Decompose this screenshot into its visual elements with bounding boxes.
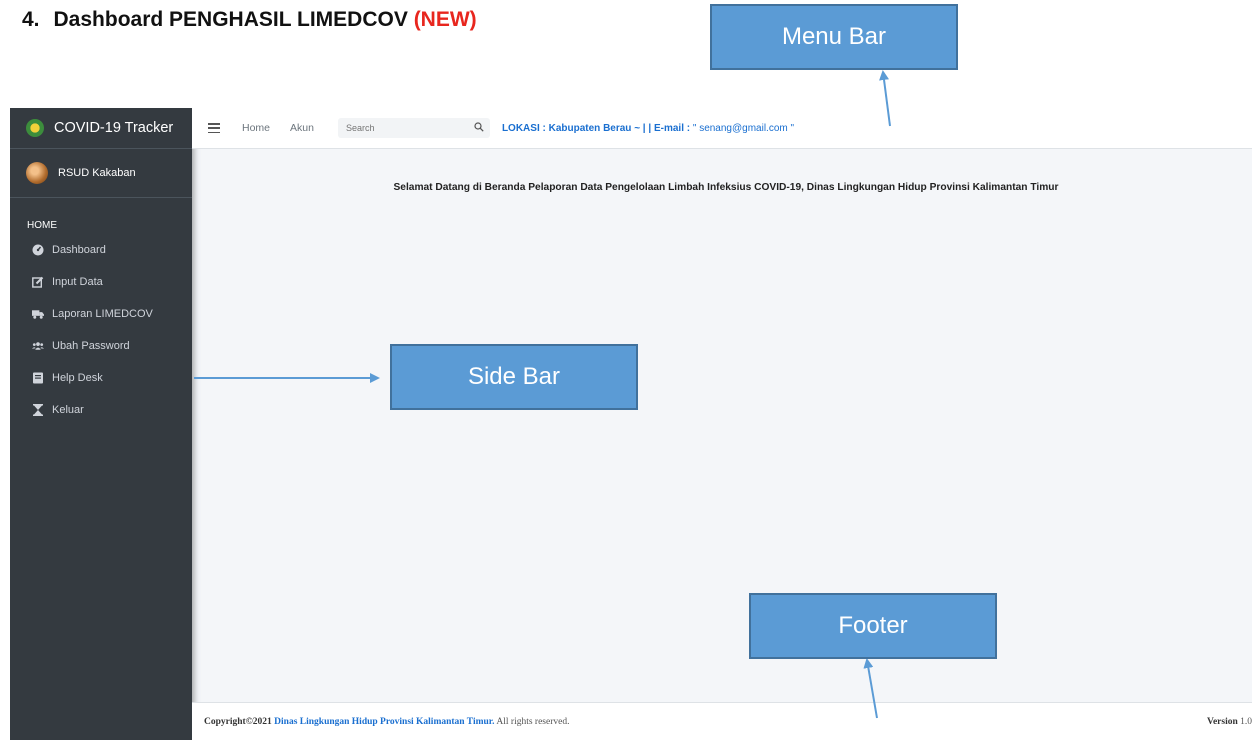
sidebar-item-input-data[interactable]: Input Data	[10, 266, 192, 298]
main-area: Home Akun LOKASI : Kabupaten Berau ~ | |…	[192, 108, 1252, 740]
hourglass-icon	[32, 404, 44, 416]
footer-copyright: Copyright©2021 Dinas Lingkungan Hidup Pr…	[204, 717, 569, 727]
brand-link[interactable]: COVID-19 Tracker	[10, 108, 192, 149]
sidebar-item-label: Laporan LIMEDCOV	[52, 308, 153, 320]
search-form	[337, 118, 490, 138]
footer-callout: Footer	[749, 593, 997, 659]
footer-version: Version 1.0	[1207, 717, 1252, 727]
nav-link-home[interactable]: Home	[242, 122, 270, 134]
sidebar-item-label: Keluar	[52, 404, 84, 416]
brand-logo-icon	[26, 119, 44, 137]
footer-org-link[interactable]: Dinas Lingkungan Hidup Provinsi Kalimant…	[274, 717, 494, 727]
side-bar-callout: Side Bar	[390, 344, 638, 410]
nav-link-akun[interactable]: Akun	[290, 122, 314, 134]
nav-header: HOME	[27, 220, 57, 231]
sidebar-item-keluar[interactable]: Keluar	[10, 394, 192, 426]
sidebar-item-label: Ubah Password	[52, 340, 130, 352]
sidebar-item-help-desk[interactable]: Help Desk	[10, 362, 192, 394]
copyright-text: Copyright©2021	[204, 716, 272, 727]
user-name: RSUD Kakaban	[58, 167, 136, 179]
location-label: LOKASI : Kabupaten Berau ~ | | E-mail :	[501, 122, 693, 134]
location-info: LOKASI : Kabupaten Berau ~ | | E-mail : …	[502, 123, 794, 134]
search-icon[interactable]	[474, 121, 484, 135]
tachometer-icon	[32, 244, 44, 256]
version-number: 1.0	[1240, 716, 1252, 727]
footer-rights: All rights reserved.	[496, 716, 570, 727]
welcome-message: Selamat Datang di Beranda Pelaporan Data…	[393, 182, 1059, 193]
book-icon	[32, 372, 44, 384]
truck-icon	[32, 308, 44, 320]
sidebar-item-dashboard[interactable]: Dashboard	[10, 234, 192, 266]
sidebar: COVID-19 Tracker RSUD Kakaban HOME Dashb…	[10, 108, 192, 740]
footer: Copyright©2021 Dinas Lingkungan Hidup Pr…	[192, 702, 1252, 740]
sidebar-item-label: Help Desk	[52, 372, 103, 384]
sidebar-item-laporan[interactable]: Laporan LIMEDCOV	[10, 298, 192, 330]
app-window: COVID-19 Tracker RSUD Kakaban HOME Dashb…	[10, 108, 1252, 740]
version-label: Version	[1206, 716, 1238, 727]
heading-number: 4.	[22, 8, 40, 31]
heading-new-tag: (NEW)	[413, 8, 477, 31]
users-icon	[32, 340, 44, 352]
sidebar-item-label: Input Data	[52, 276, 103, 288]
menu-bar-callout: Menu Bar	[710, 4, 958, 70]
search-input[interactable]	[345, 123, 456, 133]
heading-text: Dashboard PENGHASIL LIMEDCOV	[53, 8, 408, 31]
hamburger-icon[interactable]	[208, 123, 220, 133]
sidebar-item-ubah-password[interactable]: Ubah Password	[10, 330, 192, 362]
email-value: " senang@gmail.com "	[692, 122, 795, 134]
user-panel[interactable]: RSUD Kakaban	[10, 149, 192, 198]
avatar	[26, 162, 48, 184]
document-heading: 4. Dashboard PENGHASIL LIMEDCOV (NEW)	[22, 8, 477, 32]
menu-bar: Home Akun LOKASI : Kabupaten Berau ~ | |…	[192, 108, 1252, 149]
brand-title: COVID-19 Tracker	[54, 120, 174, 136]
edit-icon	[32, 276, 44, 288]
sidebar-item-label: Dashboard	[52, 244, 106, 256]
